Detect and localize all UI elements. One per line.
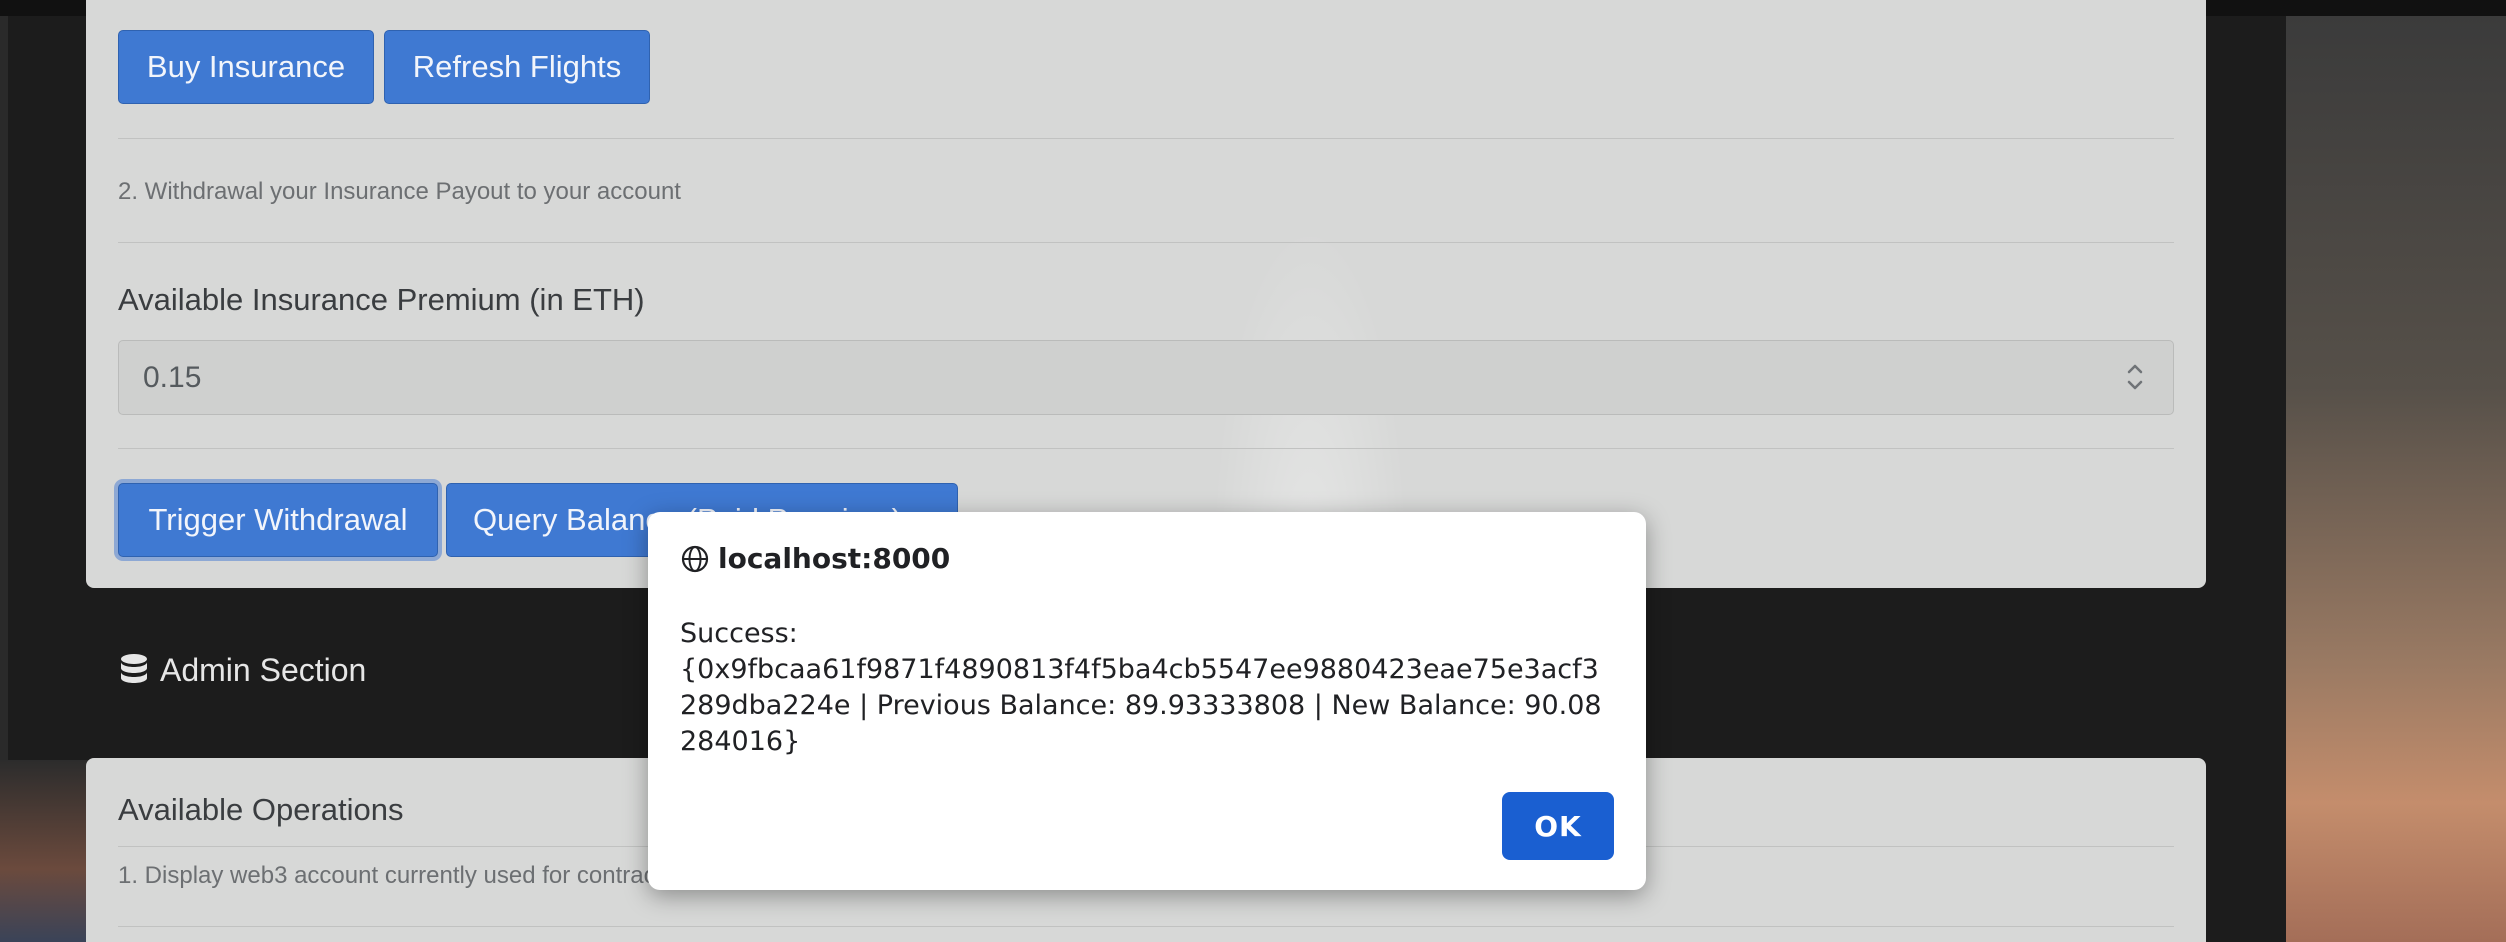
buy-insurance-button[interactable]: Buy Insurance	[118, 30, 374, 104]
withdrawal-step-text: 2. Withdrawal your Insurance Payout to y…	[118, 178, 681, 205]
admin-section-title: Admin Section	[160, 652, 367, 688]
divider	[118, 138, 2174, 139]
background-image-bottom-left	[0, 760, 90, 942]
premium-select[interactable]: 0.15	[118, 340, 2174, 415]
premium-label: Available Insurance Premium (in ETH)	[118, 282, 645, 317]
premium-select-value: 0.15	[143, 361, 202, 394]
divider	[118, 448, 2174, 449]
divider	[118, 242, 2174, 243]
background-image-right	[2286, 16, 2506, 942]
divider	[118, 926, 2174, 927]
globe-icon	[681, 545, 709, 572]
alert-dialog: localhost:8000 Success: {0x9fbcaa61f9871…	[648, 512, 1646, 890]
dialog-message: Success: {0x9fbcaa61f9871f4890813f4f5ba4…	[680, 618, 1602, 757]
ok-button[interactable]: OK	[1502, 792, 1614, 860]
dialog-origin: localhost:8000	[680, 542, 950, 575]
trigger-withdrawal-button[interactable]: Trigger Withdrawal	[118, 483, 438, 557]
database-icon	[121, 653, 147, 683]
select-arrows-icon	[2127, 364, 2143, 390]
available-operations-title: Available Operations	[118, 792, 404, 827]
dialog-origin-text: localhost:8000	[718, 542, 951, 575]
refresh-flights-button[interactable]: Refresh Flights	[384, 30, 650, 104]
admin-section-heading: Admin Section	[120, 652, 366, 689]
